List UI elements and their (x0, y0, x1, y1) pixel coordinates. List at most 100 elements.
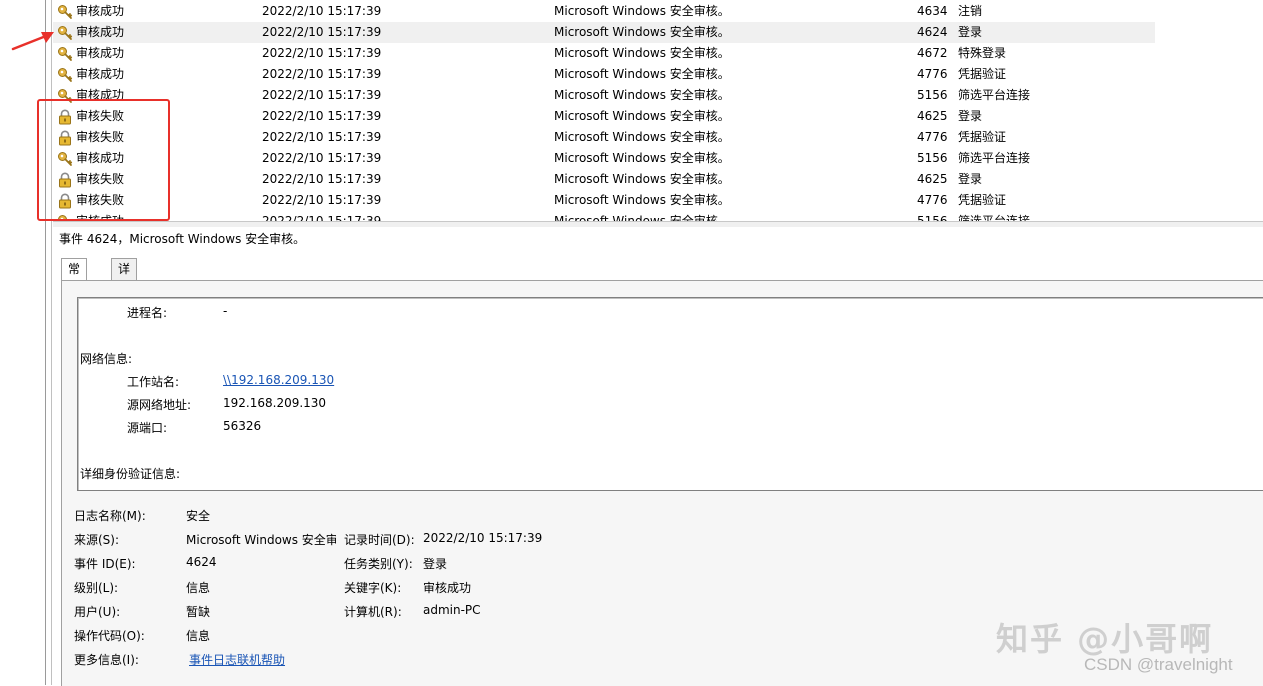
source-port-label: 源端口: (127, 421, 168, 435)
key-icon (57, 67, 73, 83)
event-id: 4625 (917, 172, 948, 186)
event-id: 4672 (917, 46, 948, 60)
event-source: Microsoft Windows 安全审核。 (554, 88, 730, 102)
event-level: 审核成功 (57, 22, 124, 43)
event-source: Microsoft Windows 安全审核。 (554, 25, 730, 39)
event-level: 审核成功 (57, 43, 124, 64)
key-icon (57, 25, 73, 41)
event-row[interactable]: 审核成功 2022/2/10 15:17:39 Microsoft Windows … (53, 85, 1155, 106)
key-icon (57, 46, 73, 62)
more-info-link[interactable]: 事件日志联机帮助 (189, 651, 285, 668)
user-label: 用户(U): (74, 605, 121, 619)
log-name-label: 日志名称(M): (74, 509, 146, 523)
event-date: 2022/2/10 15:17:39 (262, 4, 382, 18)
tab-details[interactable]: 详细信息 (111, 258, 138, 339)
event-id-value: 4624 (186, 555, 217, 569)
source-address-value: 192.168.209.130 (223, 396, 327, 410)
event-date: 2022/2/10 15:17:39 (262, 88, 382, 102)
event-task: 筛选平台连接 (958, 214, 1031, 221)
event-source: Microsoft Windows 安全审核。 (554, 67, 730, 81)
annotation-arrow-icon (11, 32, 54, 51)
more-info-label: 更多信息(I): (74, 653, 139, 667)
event-level-text: 审核成功 (76, 46, 125, 60)
event-task: 特殊登录 (958, 46, 1007, 60)
event-row[interactable]: 审核成功 2022/2/10 15:17:39 Microsoft Windows … (53, 148, 1155, 169)
event-source: Microsoft Windows 安全审核。 (554, 214, 730, 221)
task-category-label: 任务类别(Y): (344, 557, 413, 571)
event-row[interactable]: 审核失败 2022/2/10 15:17:39 Microsoft Windows … (53, 127, 1155, 148)
event-id-label: 事件 ID(E): (74, 557, 136, 571)
logged-label: 记录时间(D): (344, 533, 415, 547)
event-row[interactable]: 审核失败 2022/2/10 15:17:39 Microsoft Windows … (53, 106, 1155, 127)
level-value: 信息 (186, 581, 211, 595)
event-task: 登录 (958, 25, 983, 39)
event-task: 筛选平台连接 (958, 151, 1031, 165)
keywords-label: 关键字(K): (344, 581, 402, 595)
event-row[interactable]: 审核成功 2022/2/10 15:17:39 Microsoft Windows … (53, 43, 1155, 64)
event-id: 4625 (917, 109, 948, 123)
event-description-box[interactable]: 进程名: - 网络信息: 工作站名: \\192.168.209.130 源网络… (77, 297, 1263, 491)
event-level: 审核成功 (57, 64, 124, 85)
detail-title: 事件 4624，Microsoft Windows 安全审核。 (59, 232, 306, 246)
event-id: 4624 (917, 25, 948, 39)
level-label: 级别(L): (74, 581, 119, 595)
source-value: Microsoft Windows 安全审 (186, 533, 336, 547)
user-value: 暂缺 (186, 605, 211, 619)
event-list[interactable]: 审核成功 2022/2/10 15:17:39 Microsoft Windows … (53, 0, 1263, 221)
log-name-value: 安全 (186, 509, 211, 523)
event-task: 凭据验证 (958, 67, 1007, 81)
source-address-label: 源网络地址: (127, 398, 192, 412)
event-row[interactable]: 审核成功 2022/2/10 15:17:39 Microsoft Windows … (53, 1, 1155, 22)
event-source: Microsoft Windows 安全审核。 (554, 4, 730, 18)
event-task: 登录 (958, 172, 983, 186)
zhihu-watermark: 知乎 @小哥啊 (996, 620, 1214, 658)
event-date: 2022/2/10 15:17:39 (262, 172, 382, 186)
key-icon (57, 4, 73, 20)
workstation-label: 工作站名: (127, 375, 180, 389)
event-level-text: 审核成功 (76, 67, 125, 81)
process-name-label: 进程名: (127, 306, 168, 320)
event-row[interactable]: 审核失败 2022/2/10 15:17:39 Microsoft Windows … (53, 169, 1155, 190)
event-task: 登录 (958, 109, 983, 123)
event-date: 2022/2/10 15:17:39 (262, 130, 382, 144)
event-row[interactable]: 审核成功 2022/2/10 15:17:39 Microsoft Windows … (53, 211, 1155, 221)
task-category-value: 登录 (423, 557, 448, 571)
computer-value: admin-PC (423, 603, 481, 617)
event-id: 4634 (917, 4, 948, 18)
tab-general[interactable]: 常规 (61, 258, 88, 297)
event-date: 2022/2/10 15:17:39 (262, 214, 382, 221)
event-task: 凭据验证 (958, 193, 1007, 207)
opcode-value: 信息 (186, 629, 211, 643)
event-row[interactable]: 审核失败 2022/2/10 15:17:39 Microsoft Windows … (53, 190, 1155, 211)
event-row[interactable]: 审核成功 2022/2/10 15:17:39 Microsoft Windows … (53, 64, 1155, 85)
event-task: 凭据验证 (958, 130, 1007, 144)
logged-value: 2022/2/10 15:17:39 (423, 531, 543, 545)
event-id: 4776 (917, 130, 948, 144)
computer-label: 计算机(R): (344, 605, 402, 619)
event-level: 审核成功 (57, 1, 124, 22)
event-id: 5156 (917, 214, 948, 221)
opcode-label: 操作代码(O): (74, 629, 145, 643)
event-id: 4776 (917, 193, 948, 207)
event-date: 2022/2/10 15:17:39 (262, 67, 382, 81)
csdn-watermark: CSDN @travelnight (1084, 655, 1233, 674)
event-task: 筛选平台连接 (958, 88, 1031, 102)
event-date: 2022/2/10 15:17:39 (262, 25, 382, 39)
event-source: Microsoft Windows 安全审核。 (554, 46, 730, 60)
keywords-value: 审核成功 (423, 581, 472, 595)
source-port-value: 56326 (223, 419, 262, 433)
event-level-text: 审核成功 (76, 4, 125, 18)
workstation-link[interactable]: \\192.168.209.130 (223, 373, 334, 387)
event-source: Microsoft Windows 安全审核。 (554, 151, 730, 165)
event-task: 注销 (958, 4, 983, 18)
source-label: 来源(S): (74, 533, 120, 547)
event-row[interactable]: 审核成功 2022/2/10 15:17:39 Microsoft Windows … (53, 22, 1155, 43)
event-date: 2022/2/10 15:17:39 (262, 151, 382, 165)
event-source: Microsoft Windows 安全审核。 (554, 193, 730, 207)
event-id: 5156 (917, 151, 948, 165)
event-date: 2022/2/10 15:17:39 (262, 109, 382, 123)
auth-info-header: 详细身份验证信息: (80, 467, 181, 481)
event-source: Microsoft Windows 安全审核。 (554, 172, 730, 186)
event-level-text: 审核成功 (76, 25, 125, 39)
network-info-header: 网络信息: (80, 352, 133, 366)
